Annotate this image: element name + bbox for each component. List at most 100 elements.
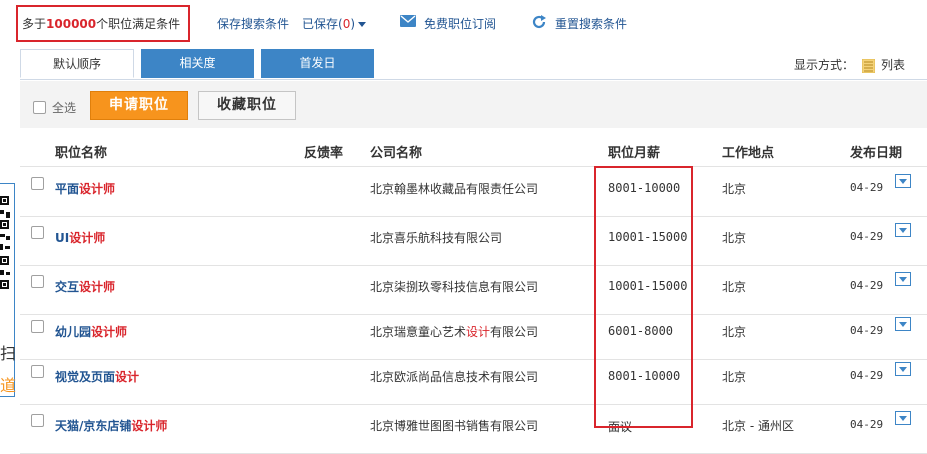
expand-details-icon[interactable] bbox=[895, 174, 911, 188]
col-feedback: 反馈率 bbox=[304, 146, 344, 161]
job-checkbox[interactable] bbox=[31, 414, 44, 427]
list-view-icon[interactable] bbox=[861, 58, 875, 73]
company-text: 北京博雅世图图书销售有限公司 bbox=[370, 419, 539, 433]
select-all[interactable]: 全选 bbox=[33, 99, 76, 116]
save-search-link[interactable]: 保存搜索条件 bbox=[217, 15, 289, 32]
post-date: 04-29 bbox=[850, 369, 884, 382]
company-link[interactable]: 北京翰墨林收藏品有限责任公司 bbox=[370, 180, 538, 197]
location: 北京 - 通州区 bbox=[722, 419, 794, 433]
side-panel-link[interactable]: 道 bbox=[0, 372, 16, 396]
select-all-label: 全选 bbox=[52, 101, 77, 115]
job-row: 天猫/京东店铺设计师 北京博雅世图图书销售有限公司 面议 北京 - 通州区 04… bbox=[20, 404, 927, 454]
result-count: 多于 100000 个职位满足条件 bbox=[16, 5, 190, 42]
post-date: 04-29 bbox=[850, 279, 884, 292]
chevron-down-icon bbox=[358, 22, 367, 27]
company-text: 北京柒捌玖零科技信息有限公司 bbox=[370, 280, 539, 294]
company-text: 北京瑞意童心艺术 bbox=[370, 325, 467, 339]
job-title-link[interactable]: 视觉及页面设计 bbox=[55, 368, 139, 385]
favorite-job-button[interactable]: 收藏职位 bbox=[198, 91, 296, 120]
qr-code-icon bbox=[0, 196, 10, 289]
post-date: 04-29 bbox=[850, 181, 884, 194]
company-link[interactable]: 北京博雅世图图书销售有限公司 bbox=[370, 417, 538, 434]
saved-suffix: ) bbox=[350, 17, 356, 31]
job-row: 幼儿园设计师 北京瑞意童心艺术设计有限公司 6001-8000 北京 04-29 bbox=[20, 310, 927, 360]
company-text: 北京欧派尚品信息技术有限公司 bbox=[370, 370, 539, 384]
col-date: 发布日期 bbox=[850, 146, 903, 161]
job-title-highlight: 设计师 bbox=[79, 280, 116, 294]
job-title-highlight: 设计师 bbox=[69, 231, 106, 245]
reset-search-link[interactable]: 重置搜索条件 bbox=[555, 15, 627, 32]
expand-details-icon[interactable] bbox=[895, 317, 911, 331]
tab-relevance[interactable]: 相关度 bbox=[141, 49, 254, 78]
sort-tabs: 默认顺序 相关度 首发日 显示方式： 列表 bbox=[20, 49, 927, 80]
display-mode-value[interactable]: 列表 bbox=[881, 58, 905, 72]
expand-details-icon[interactable] bbox=[895, 411, 911, 425]
job-title-text: 视觉及页面 bbox=[55, 370, 116, 384]
job-title-link[interactable]: 幼儿园设计师 bbox=[55, 323, 127, 340]
job-title-text: UI bbox=[55, 231, 70, 245]
display-mode: 显示方式： 列表 bbox=[794, 56, 905, 73]
location: 北京 bbox=[722, 325, 747, 339]
job-checkbox[interactable] bbox=[31, 275, 44, 288]
job-title-link[interactable]: 天猫/京东店铺设计师 bbox=[55, 417, 167, 434]
expand-details-icon[interactable] bbox=[895, 223, 911, 237]
company-text: 北京喜乐航科技有限公司 bbox=[370, 231, 503, 245]
job-checkbox[interactable] bbox=[31, 226, 44, 239]
subscribe-link[interactable]: 免费职位订阅 bbox=[424, 15, 496, 32]
top-bar: 多于 100000 个职位满足条件 保存搜索条件 已保存(0) 免费职位订阅 重置搜… bbox=[0, 0, 927, 50]
action-bar: 全选 申请职位 收藏职位 bbox=[20, 81, 927, 128]
job-title-highlight: 设计师 bbox=[91, 325, 128, 339]
count-number: 100000 bbox=[46, 16, 97, 31]
job-title-highlight: 设计 bbox=[115, 370, 140, 384]
company-link[interactable]: 北京柒捌玖零科技信息有限公司 bbox=[370, 278, 538, 295]
mail-icon[interactable] bbox=[400, 15, 416, 27]
side-panel-text: 扫 bbox=[0, 344, 17, 363]
tab-first-post-date[interactable]: 首发日 bbox=[261, 49, 374, 78]
select-all-checkbox[interactable] bbox=[33, 101, 46, 114]
job-checkbox[interactable] bbox=[31, 177, 44, 190]
job-title-highlight: 设计师 bbox=[79, 182, 116, 196]
location: 北京 bbox=[722, 231, 747, 245]
company-link[interactable]: 北京欧派尚品信息技术有限公司 bbox=[370, 368, 538, 385]
apply-job-button[interactable]: 申请职位 bbox=[90, 91, 188, 120]
col-salary: 职位月薪 bbox=[608, 146, 661, 161]
count-suffix: 个职位满足条件 bbox=[96, 17, 181, 31]
saved-searches-dropdown[interactable]: 已保存(0) bbox=[302, 15, 367, 32]
company-text: 有限公司 bbox=[490, 325, 539, 339]
job-row: 视觉及页面设计 北京欧派尚品信息技术有限公司 8001-10000 北京 04-… bbox=[20, 355, 927, 405]
company-link[interactable]: 北京瑞意童心艺术设计有限公司 bbox=[370, 323, 538, 340]
col-title: 职位名称 bbox=[55, 146, 108, 161]
job-checkbox[interactable] bbox=[31, 320, 44, 333]
col-location: 工作地点 bbox=[722, 146, 775, 161]
company-link[interactable]: 北京喜乐航科技有限公司 bbox=[370, 229, 502, 246]
post-date: 04-29 bbox=[850, 230, 884, 243]
job-title-link[interactable]: 平面设计师 bbox=[55, 180, 115, 197]
company-text: 北京翰墨林收藏品有限责任公司 bbox=[370, 182, 539, 196]
saved-prefix: 已保存( bbox=[302, 17, 343, 31]
job-title-text: 天猫/京东店铺 bbox=[55, 419, 132, 433]
post-date: 04-29 bbox=[850, 418, 884, 431]
job-row: UI设计师 北京喜乐航科技有限公司 10001-15000 北京 04-29 bbox=[20, 216, 927, 266]
job-title-link[interactable]: 交互设计师 bbox=[55, 278, 115, 295]
display-mode-label: 显示方式： bbox=[793, 58, 854, 72]
job-title-text: 交互 bbox=[55, 280, 80, 294]
count-prefix: 多于 bbox=[22, 17, 47, 31]
company-highlight: 设计 bbox=[466, 325, 491, 339]
job-row: 交互设计师 北京柒捌玖零科技信息有限公司 10001-15000 北京 04-2… bbox=[20, 265, 927, 315]
job-title-text: 平面 bbox=[55, 182, 80, 196]
expand-details-icon[interactable] bbox=[895, 362, 911, 376]
tab-default-order[interactable]: 默认顺序 bbox=[20, 49, 134, 78]
refresh-icon[interactable] bbox=[531, 14, 547, 30]
job-title-highlight: 设计师 bbox=[131, 419, 168, 433]
expand-details-icon[interactable] bbox=[895, 272, 911, 286]
qr-code-panel[interactable] bbox=[0, 183, 15, 397]
job-row: 平面设计师 北京翰墨林收藏品有限责任公司 8001-10000 北京 04-29 bbox=[20, 167, 927, 217]
table-header: 职位名称 反馈率 公司名称 职位月薪 工作地点 发布日期 bbox=[20, 132, 927, 167]
col-company: 公司名称 bbox=[370, 146, 423, 161]
job-checkbox[interactable] bbox=[31, 365, 44, 378]
job-title-link[interactable]: UI设计师 bbox=[55, 229, 105, 246]
location: 北京 bbox=[722, 370, 747, 384]
salary-highlight-box bbox=[594, 166, 693, 428]
location: 北京 bbox=[722, 182, 747, 196]
location: 北京 bbox=[722, 280, 747, 294]
